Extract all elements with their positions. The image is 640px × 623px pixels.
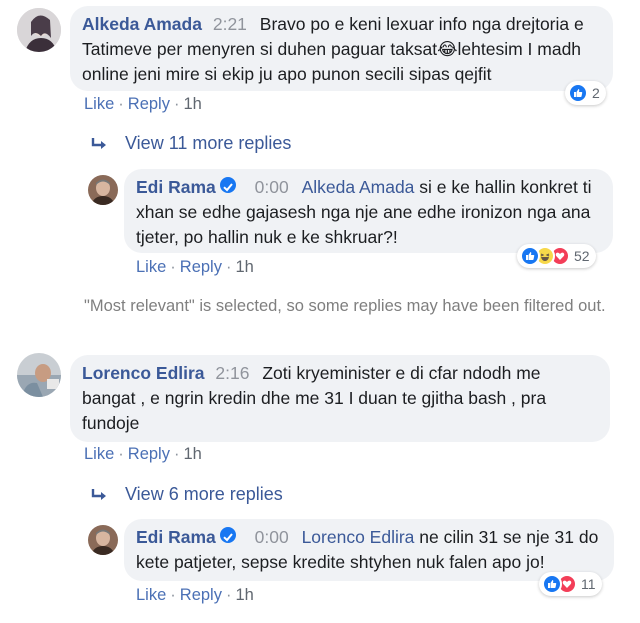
comment-age[interactable]: 1h xyxy=(183,445,201,463)
reply-actions: Like · Reply · 1h xyxy=(136,258,254,277)
avatar[interactable] xyxy=(88,525,118,555)
like-link[interactable]: Like xyxy=(84,445,114,463)
reply-link[interactable]: Reply xyxy=(180,586,222,604)
like-reaction-icon xyxy=(542,574,562,594)
separator-dot: · xyxy=(173,95,180,113)
mention-link[interactable]: Lorenco Edlira xyxy=(302,527,415,547)
like-reaction-icon xyxy=(568,83,588,103)
reply-arrow-icon xyxy=(91,138,106,149)
like-link[interactable]: Like xyxy=(136,586,166,604)
separator-dot: · xyxy=(118,445,124,463)
reply-bubble: Edi Rama 0:00 Alkeda Amada si e ke halli… xyxy=(124,169,613,253)
reaction-summary[interactable]: 52 xyxy=(517,244,596,268)
reply-timestamp: 0:00 xyxy=(254,527,289,547)
like-link[interactable]: Like xyxy=(84,95,114,113)
reply-link[interactable]: Reply xyxy=(128,95,170,113)
separator-dot: · xyxy=(225,258,232,276)
mention-link[interactable]: Alkeda Amada xyxy=(302,177,415,197)
reply-bubble: Edi Rama 0:00 Lorenco Edlira ne cilin 31… xyxy=(124,519,614,581)
comment-emoji: 😂 xyxy=(437,39,458,59)
comment-actions: Like · Reply · 1h xyxy=(84,95,202,114)
view-more-replies-link[interactable]: View 6 more replies xyxy=(125,484,283,505)
reply-timestamp: 0:00 xyxy=(254,177,289,197)
separator-dot: · xyxy=(225,586,232,604)
comment-bubble: Lorenco Edlira 2:16 Zoti kryeminister e … xyxy=(70,355,610,442)
comment-timestamp: 2:21 xyxy=(212,14,247,34)
comment-author[interactable]: Lorenco Edlira xyxy=(82,363,205,383)
reaction-count: 11 xyxy=(581,576,596,592)
comment-bubble: Alkeda Amada 2:21 Bravo po e keni lexuar… xyxy=(70,6,613,91)
separator-dot: · xyxy=(170,586,176,604)
verified-badge-icon xyxy=(219,177,236,193)
avatar[interactable] xyxy=(17,353,61,397)
comment-author[interactable]: Alkeda Amada xyxy=(82,14,202,34)
like-link[interactable]: Like xyxy=(136,258,166,276)
separator-dot: · xyxy=(173,445,180,463)
reaction-count: 52 xyxy=(574,248,590,264)
avatar[interactable] xyxy=(88,175,118,205)
avatar[interactable] xyxy=(17,8,61,52)
separator-dot: · xyxy=(118,95,124,113)
avatar-photo-icon xyxy=(17,353,61,397)
avatar-photo-icon xyxy=(88,525,118,555)
comment-actions: Like · Reply · 1h xyxy=(84,445,202,464)
reply-age[interactable]: 1h xyxy=(235,586,253,604)
reply-age[interactable]: 1h xyxy=(235,258,253,276)
view-more-replies-link[interactable]: View 11 more replies xyxy=(125,133,291,154)
reply-link[interactable]: Reply xyxy=(128,445,170,463)
avatar-photo-icon xyxy=(88,175,118,205)
verified-badge-icon xyxy=(219,527,236,543)
reply-arrow-icon xyxy=(91,489,106,500)
reaction-count: 2 xyxy=(592,85,600,101)
reaction-summary[interactable]: 11 xyxy=(539,572,602,596)
filter-notice: "Most relevant" is selected, so some rep… xyxy=(84,297,606,315)
reaction-summary[interactable]: 2 xyxy=(565,81,606,105)
reply-link[interactable]: Reply xyxy=(180,258,222,276)
comment-timestamp: 2:16 xyxy=(215,363,250,383)
avatar-photo-icon xyxy=(17,8,61,52)
separator-dot: · xyxy=(170,258,176,276)
reply-actions: Like · Reply · 1h xyxy=(136,586,254,605)
reply-author[interactable]: Edi Rama xyxy=(136,527,216,547)
comment-age[interactable]: 1h xyxy=(183,95,201,113)
like-reaction-icon xyxy=(520,246,540,266)
reply-author[interactable]: Edi Rama xyxy=(136,177,216,197)
